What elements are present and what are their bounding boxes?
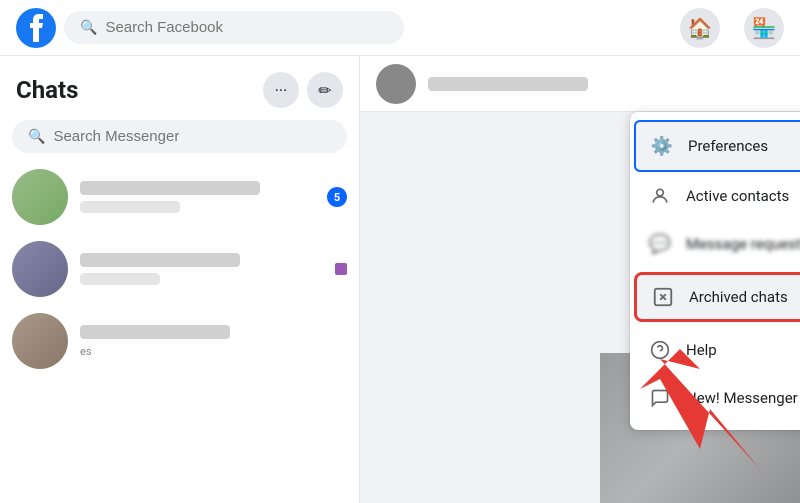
chat-info: es <box>80 325 347 357</box>
chat-info <box>80 253 323 285</box>
menu-item-archived-chats[interactable]: Archived chats <box>634 272 800 322</box>
global-search-input[interactable] <box>105 19 388 36</box>
active-contacts-icon <box>646 182 674 210</box>
top-navigation: 🔍 🏠 🏪 <box>0 0 800 56</box>
message-requests-icon: 💬 <box>646 230 674 258</box>
home-icon: 🏠 <box>688 16 713 40</box>
new-messenger-icon <box>646 384 674 412</box>
store-button[interactable]: 🏪 <box>744 8 784 48</box>
store-icon: 🏪 <box>752 16 777 40</box>
new-messenger-label: New! Messenger for <box>686 389 800 407</box>
preferences-label: Preferences <box>688 137 768 155</box>
avatar <box>12 241 68 297</box>
more-icon: ··· <box>275 81 288 100</box>
chat-name <box>80 181 260 195</box>
sidebar-header-icons: ··· ✏ <box>263 72 343 108</box>
menu-item-message-requests[interactable]: 💬 Message requests <box>630 220 800 268</box>
menu-item-help[interactable]: Help <box>630 326 800 374</box>
menu-item-active-contacts[interactable]: Active contacts <box>630 172 800 220</box>
content-area: ⚙️ Preferences Active contacts 💬 Message… <box>360 56 800 503</box>
chat-name <box>80 253 240 267</box>
compose-icon: ✏ <box>318 81 331 100</box>
sidebar-header: Chats ··· ✏ <box>0 56 359 116</box>
chat-list: 5 es <box>0 161 359 503</box>
more-options-button[interactable]: ··· <box>263 72 299 108</box>
active-contacts-label: Active contacts <box>686 187 789 205</box>
search-icon: 🔍 <box>80 20 97 36</box>
list-item[interactable]: 5 <box>0 161 359 233</box>
status-badge: 5 <box>327 187 347 207</box>
avatar <box>376 64 416 104</box>
home-button[interactable]: 🏠 <box>680 8 720 48</box>
chat-sidebar: Chats ··· ✏ 🔍 <box>0 56 360 503</box>
facebook-logo[interactable] <box>16 8 56 48</box>
main-layout: Chats ··· ✏ 🔍 <box>0 56 800 503</box>
nav-icon-group: 🏠 🏪 <box>680 8 784 48</box>
archived-chats-label: Archived chats <box>689 288 788 306</box>
menu-item-new-messenger[interactable]: New! Messenger for <box>630 374 800 422</box>
avatar <box>12 169 68 225</box>
messenger-search-bar[interactable]: 🔍 <box>12 120 347 153</box>
help-icon <box>646 336 674 364</box>
menu-item-preferences[interactable]: ⚙️ Preferences <box>634 120 800 172</box>
archived-chats-icon <box>649 283 677 311</box>
global-search-bar[interactable]: 🔍 <box>64 11 404 44</box>
content-header <box>360 56 800 112</box>
list-item[interactable] <box>0 233 359 305</box>
chat-info <box>80 181 315 213</box>
chat-preview <box>80 273 160 285</box>
contact-name <box>428 77 588 91</box>
help-label: Help <box>686 341 717 359</box>
message-requests-label: Message requests <box>686 235 800 253</box>
avatar <box>12 313 68 369</box>
chat-preview: es <box>80 345 140 357</box>
purple-badge <box>335 263 347 275</box>
chat-preview <box>80 201 180 213</box>
search-icon: 🔍 <box>28 129 45 145</box>
sidebar-title: Chats <box>16 76 255 104</box>
compose-button[interactable]: ✏ <box>307 72 343 108</box>
chat-name <box>80 325 230 339</box>
messenger-search-input[interactable] <box>53 128 331 145</box>
list-item[interactable]: es <box>0 305 359 377</box>
preferences-icon: ⚙️ <box>648 132 676 160</box>
dropdown-menu: ⚙️ Preferences Active contacts 💬 Message… <box>630 112 800 430</box>
